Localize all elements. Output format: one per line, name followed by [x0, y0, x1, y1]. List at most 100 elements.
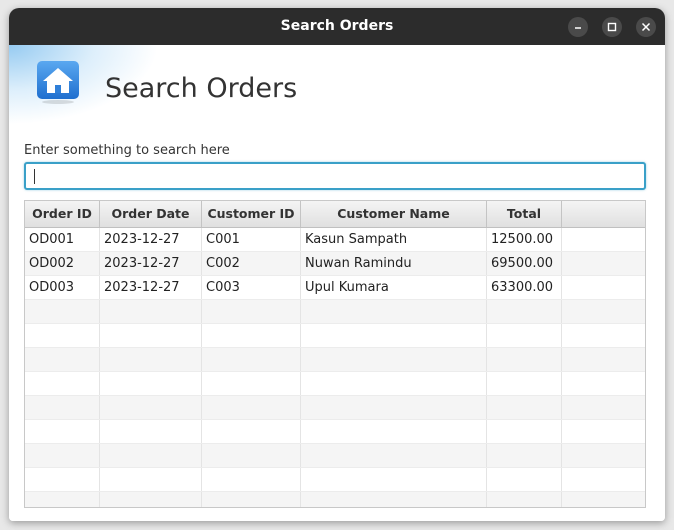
table-cell — [301, 300, 487, 323]
table-cell — [562, 276, 645, 299]
table-cell — [562, 420, 645, 443]
table-cell — [301, 468, 487, 491]
table-cell — [301, 324, 487, 347]
table-cell — [202, 324, 301, 347]
close-icon — [641, 22, 651, 32]
table-cell — [202, 468, 301, 491]
orders-table[interactable]: Order ID Order Date Customer ID Customer Na… — [24, 200, 646, 508]
table-cell — [487, 372, 562, 395]
home-icon — [37, 61, 79, 104]
table-cell — [25, 468, 100, 491]
column-header[interactable]: Customer ID — [202, 201, 301, 227]
table-cell: 2023-12-27 — [100, 276, 202, 299]
table-cell — [202, 300, 301, 323]
table-row[interactable] — [25, 468, 645, 492]
table-cell — [487, 468, 562, 491]
table-cell — [562, 228, 645, 251]
table-cell — [202, 444, 301, 467]
table-row[interactable]: OD002 2023-12-27 C002 Nuwan Ramindu 69500.00 — [25, 252, 645, 276]
table-row[interactable]: OD003 2023-12-27 C003 Upul Kumara 63300.00 — [25, 276, 645, 300]
search-label: Enter something to search here — [24, 143, 230, 158]
table-cell — [562, 348, 645, 371]
table-cell: C002 — [202, 252, 301, 275]
table-cell: 63300.00 — [487, 276, 562, 299]
table-cell — [487, 300, 562, 323]
table-cell — [25, 420, 100, 443]
search-field[interactable] — [24, 162, 646, 190]
column-header[interactable]: Customer Name — [301, 201, 487, 227]
table-cell — [487, 444, 562, 467]
table-cell — [487, 420, 562, 443]
table-cell — [202, 420, 301, 443]
table-cell — [562, 324, 645, 347]
table-cell — [100, 396, 202, 419]
table-cell: Upul Kumara — [301, 276, 487, 299]
table-cell — [202, 372, 301, 395]
table-cell: C003 — [202, 276, 301, 299]
table-row[interactable] — [25, 444, 645, 468]
column-header[interactable]: Order Date — [100, 201, 202, 227]
table-header: Order ID Order Date Customer ID Customer Na… — [25, 201, 645, 228]
search-input[interactable] — [26, 164, 644, 188]
table-cell — [100, 420, 202, 443]
table-cell — [100, 324, 202, 347]
column-header[interactable]: Total — [487, 201, 562, 227]
table-row[interactable]: OD001 2023-12-27 C001 Kasun Sampath 12500.00 — [25, 228, 645, 252]
table-row[interactable] — [25, 348, 645, 372]
table-row[interactable] — [25, 372, 645, 396]
table-cell — [301, 492, 487, 507]
table-cell: Kasun Sampath — [301, 228, 487, 251]
table-cell — [100, 444, 202, 467]
table-cell: 2023-12-27 — [100, 228, 202, 251]
table-cell: Nuwan Ramindu — [301, 252, 487, 275]
table-cell — [487, 348, 562, 371]
table-cell — [562, 468, 645, 491]
table-cell — [562, 252, 645, 275]
table-cell: OD001 — [25, 228, 100, 251]
table-cell — [202, 396, 301, 419]
table-cell — [100, 372, 202, 395]
table-cell — [487, 324, 562, 347]
table-cell — [100, 348, 202, 371]
table-cell: 2023-12-27 — [100, 252, 202, 275]
table-cell — [25, 444, 100, 467]
table-cell: OD002 — [25, 252, 100, 275]
table-cell — [25, 300, 100, 323]
table-cell — [202, 492, 301, 507]
table-cell — [100, 492, 202, 507]
table-row[interactable] — [25, 300, 645, 324]
table-row[interactable] — [25, 396, 645, 420]
table-cell — [487, 492, 562, 507]
table-row[interactable] — [25, 492, 645, 507]
title-bar[interactable]: Search Orders — [9, 8, 665, 45]
table-cell — [562, 444, 645, 467]
table-cell — [562, 300, 645, 323]
table-row[interactable] — [25, 324, 645, 348]
main-content: Search Orders Enter something to search … — [9, 45, 665, 521]
column-header[interactable]: Order ID — [25, 201, 100, 227]
table-cell — [25, 396, 100, 419]
table-cell: 12500.00 — [487, 228, 562, 251]
table-cell: OD003 — [25, 276, 100, 299]
app-window: Search Orders Search Orders Enter someth… — [9, 8, 665, 521]
page-title: Search Orders — [105, 73, 298, 104]
table-cell: C001 — [202, 228, 301, 251]
column-header[interactable] — [562, 201, 645, 227]
table-cell — [301, 420, 487, 443]
table-cell — [562, 372, 645, 395]
minimize-icon — [575, 27, 581, 29]
table-cell — [562, 396, 645, 419]
table-cell — [100, 468, 202, 491]
table-cell — [301, 372, 487, 395]
minimize-button[interactable] — [568, 17, 588, 37]
close-button[interactable] — [636, 17, 656, 37]
table-body: OD001 2023-12-27 C001 Kasun Sampath 12500.00… — [25, 228, 645, 507]
table-row[interactable] — [25, 420, 645, 444]
table-cell — [25, 372, 100, 395]
table-cell — [25, 348, 100, 371]
maximize-button[interactable] — [602, 17, 622, 37]
maximize-icon — [607, 22, 617, 32]
table-cell — [301, 348, 487, 371]
table-cell — [301, 396, 487, 419]
table-cell — [301, 444, 487, 467]
